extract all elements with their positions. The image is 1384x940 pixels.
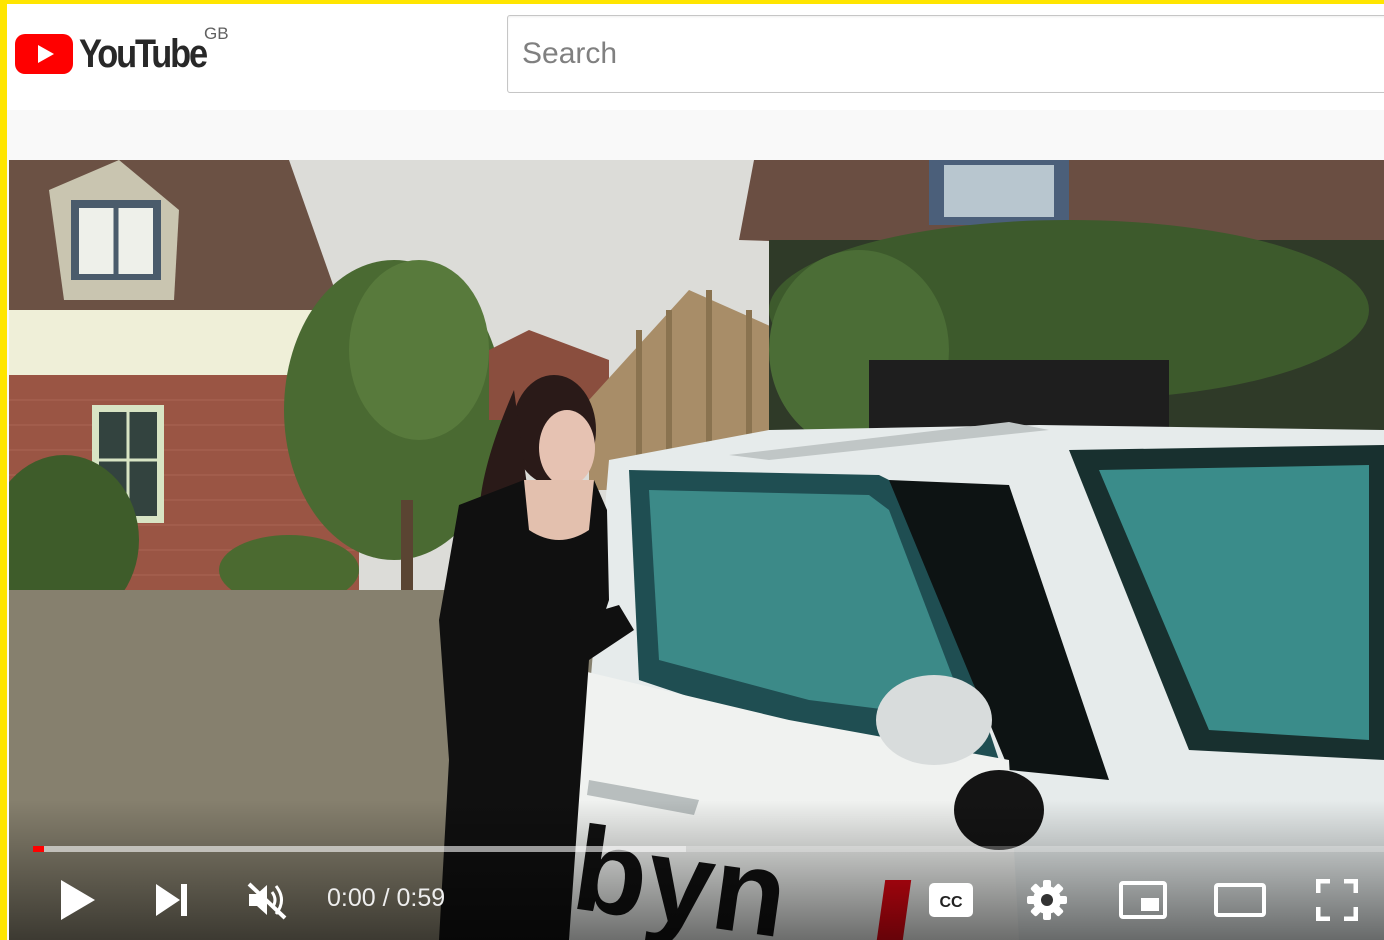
masthead: YouTube GB	[0, 0, 1384, 110]
frame-left-border	[0, 0, 7, 940]
logo-wordmark: YouTube	[79, 32, 208, 76]
next-button[interactable]	[144, 872, 200, 928]
frame-top-border	[0, 0, 1384, 4]
subtitles-button[interactable]: CC	[923, 872, 979, 928]
settings-button[interactable]	[1019, 872, 1075, 928]
time-display: 0:00 / 0:59	[327, 884, 445, 913]
youtube-play-logo-icon	[15, 34, 73, 74]
progress-loaded	[33, 846, 686, 852]
volume-muted-icon	[247, 882, 287, 920]
svg-text:CC: CC	[939, 894, 963, 911]
player-controls: 0:00 / 0:59 CC	[9, 860, 1384, 940]
miniplayer-icon	[1119, 881, 1167, 919]
time-current: 0:00	[327, 884, 376, 912]
search-input[interactable]	[508, 16, 1384, 92]
cc-icon: CC	[929, 883, 973, 917]
search-box[interactable]	[507, 15, 1384, 93]
fullscreen-button[interactable]	[1309, 872, 1365, 928]
theater-mode-button[interactable]	[1212, 872, 1268, 928]
play-icon	[61, 880, 95, 920]
time-separator: /	[375, 884, 397, 912]
youtube-logo[interactable]: YouTube	[15, 30, 227, 80]
miniplayer-button[interactable]	[1115, 872, 1171, 928]
progress-bar[interactable]	[33, 846, 1384, 852]
progress-played	[33, 846, 44, 852]
video-player[interactable]: byn 0:00 / 0:59 CC	[9, 160, 1384, 940]
mute-button[interactable]	[239, 872, 295, 928]
play-button[interactable]	[49, 872, 105, 928]
fullscreen-icon	[1316, 879, 1358, 921]
skip-next-icon	[156, 884, 187, 916]
country-code: GB	[204, 24, 229, 43]
theater-icon	[1214, 883, 1266, 917]
time-total: 0:59	[396, 884, 446, 912]
gear-icon	[1027, 880, 1067, 920]
